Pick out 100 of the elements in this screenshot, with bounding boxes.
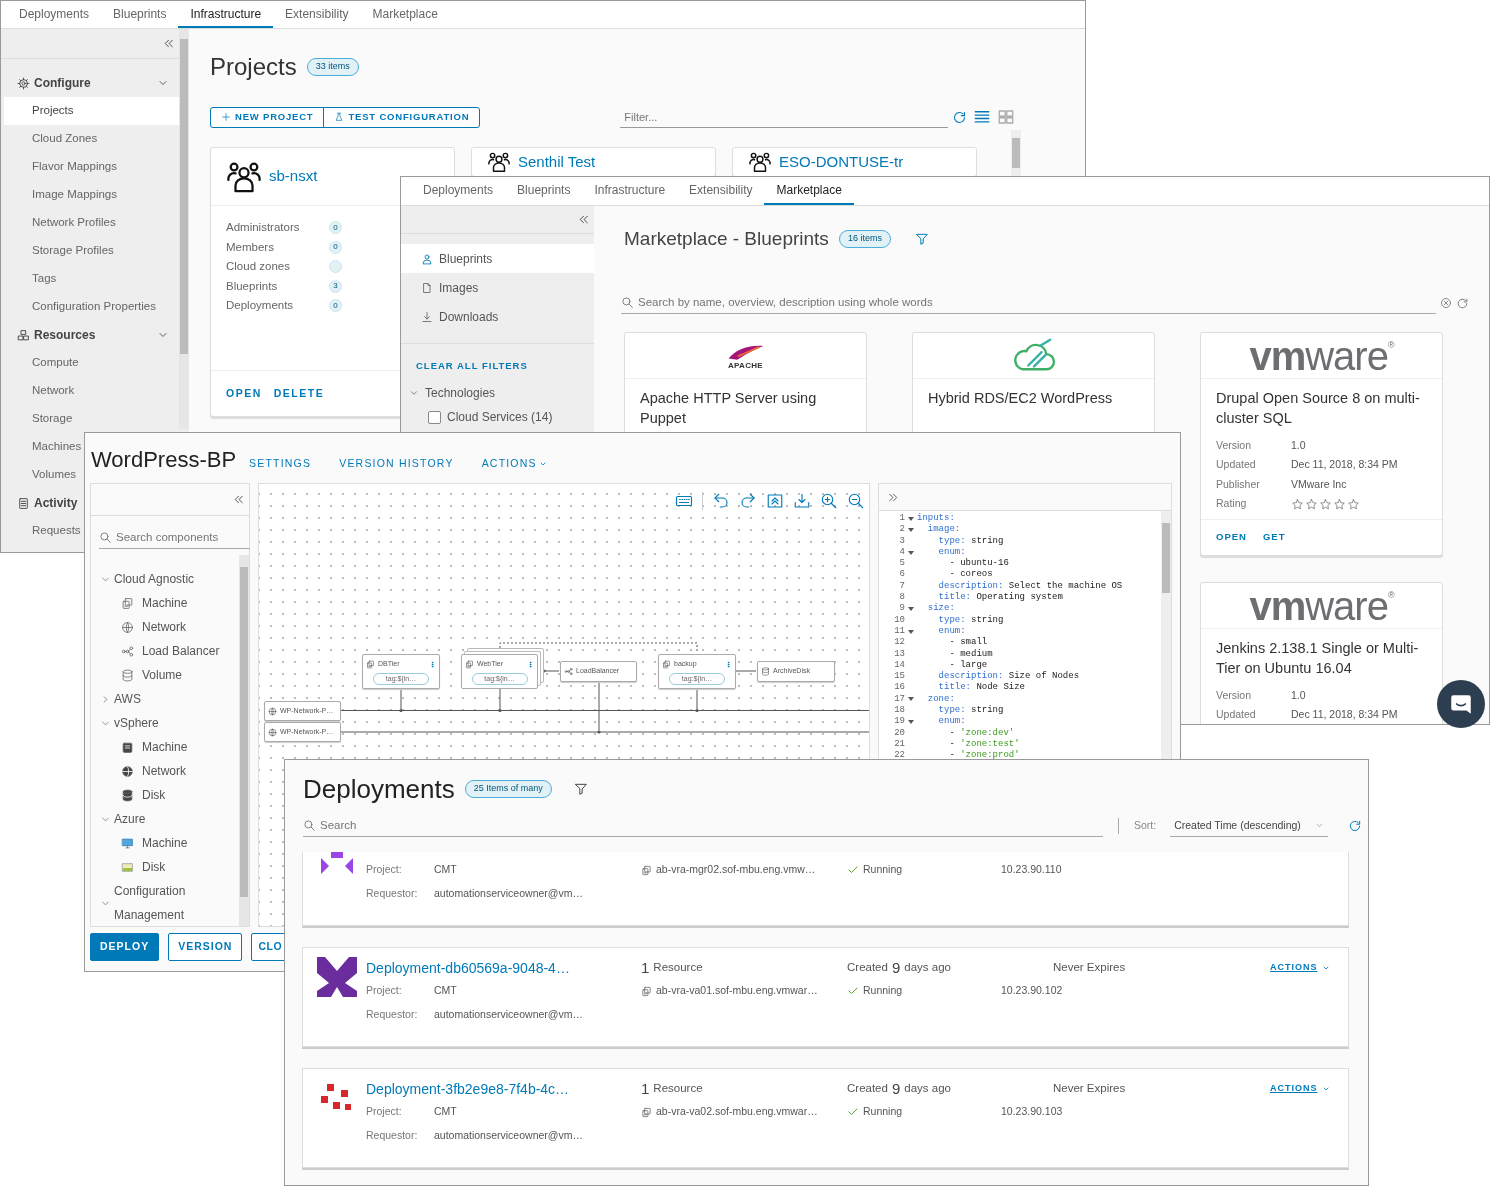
host-name: ab-vra-va01.sof-mbu.eng.vmwar… [656, 983, 818, 999]
count-badge: 16 items [838, 230, 891, 248]
logo-text: APACHE [728, 361, 763, 370]
field-value: CMT [434, 1104, 457, 1120]
line-number: 20 [893, 727, 905, 739]
line-number: 6 [898, 569, 905, 581]
created-label: Created [847, 1081, 888, 1097]
field-label: Project: [366, 862, 403, 878]
code-line: - 'zone:test' [948, 738, 1020, 750]
line-number: 21 [893, 738, 905, 751]
line-number: 10 [893, 614, 905, 626]
expiry-text: Never Expires [1053, 960, 1126, 976]
line-number: 13 [893, 648, 905, 660]
count-badge: 3 [329, 279, 342, 293]
code-line: type: string [937, 535, 1004, 547]
code-line: - coreos [948, 569, 993, 581]
resource-count: 1 [641, 1078, 650, 1099]
detail-label: Updated [1216, 457, 1257, 473]
age-unit: days ago [904, 1081, 951, 1097]
expiry-text: Never Expires [1053, 1081, 1126, 1097]
code-line: description: Select the machine OS [937, 580, 1123, 592]
code-line: - large [948, 659, 988, 671]
line-number: 14 [893, 659, 905, 672]
resource-label: Resource [653, 960, 703, 976]
age-count: 9 [891, 1078, 901, 1099]
line-number: 4 [898, 546, 905, 559]
host-name: ab-vra-va02.sof-mbu.eng.vmwar… [656, 1104, 818, 1120]
detail-label: Publisher [1216, 476, 1261, 492]
field-value: automationserviceowner@vm… [434, 1007, 583, 1023]
code-line: enum: [937, 716, 966, 728]
page-title: Projects [210, 52, 297, 82]
detail-label: Updated [1216, 707, 1257, 723]
host-name: ab-vra-mgr02.sof-mbu.eng.vmw… [656, 862, 816, 878]
line-number: 5 [898, 558, 905, 570]
sort-label: Sort: [1134, 818, 1157, 834]
line-number: 8 [898, 592, 905, 604]
page-title: Deployments [303, 774, 455, 804]
field-value: automationserviceowner@vm… [434, 886, 583, 902]
line-number: 11 [893, 625, 905, 638]
field-label: Project: [366, 983, 403, 999]
line-number: 18 [893, 705, 905, 717]
logo-wordmark: vmware$^{®}$ [1249, 585, 1394, 626]
field-value: CMT [434, 862, 457, 878]
ip-address: 10.23.90.103 [1001, 1104, 1063, 1120]
code-line: - 'zone:dev' [948, 727, 1015, 739]
line-number: 12 [893, 637, 905, 649]
count-badge: 33 items [306, 58, 359, 76]
stat-label: Administrators [226, 220, 301, 236]
status-text: Running [863, 862, 903, 878]
stat-label: Blueprints [226, 278, 279, 294]
detail-label: Version [1216, 687, 1253, 703]
line-number: 2 [898, 524, 905, 536]
code-line: zone: [926, 693, 955, 706]
field-label: Requestor: [366, 886, 419, 902]
line-number: 15 [893, 671, 905, 683]
count-badge: 0 [329, 299, 342, 313]
ip-address: 10.23.90.110 [1001, 862, 1062, 878]
code-line: - medium [948, 648, 993, 660]
code-line: title: Operating system [937, 592, 1063, 603]
card-title: Hybrid RDS/EC2 WordPress [927, 389, 1114, 408]
field-value: automationserviceowner@vm… [434, 1128, 583, 1144]
code-line: description: Size of Nodes [937, 671, 1080, 682]
detail-value: 1.0 [1291, 437, 1306, 453]
logo-wordmark: vmware$^{®}$ [1249, 335, 1394, 376]
resource-label: Resource [653, 1081, 703, 1097]
ip-address: 10.23.90.102 [1001, 983, 1063, 999]
created-label: Created [847, 960, 888, 976]
count-badge: 0 [329, 240, 342, 254]
code-line: size: [926, 603, 955, 615]
field-label: Project: [366, 1104, 403, 1120]
line-number: 16 [893, 682, 905, 694]
detail-value: Dec 11, 2018, 8:34 PM [1291, 707, 1398, 723]
code-line: - ubuntu-16 [948, 558, 1009, 570]
field-label: Requestor: [366, 1007, 419, 1023]
count-badge: 25 Items of many [464, 780, 552, 798]
age-count: 9 [891, 957, 901, 978]
page-title: Marketplace - Blueprints [624, 227, 829, 251]
code-line: type: string [937, 705, 1004, 717]
line-number: 7 [898, 580, 905, 593]
card-title: Apache HTTP Server using Puppet [639, 389, 818, 428]
code-line: - small [948, 637, 988, 649]
stat-label: Deployments [226, 298, 295, 314]
stat-label: Cloud zones [226, 259, 291, 275]
detail-label: Version [1216, 437, 1253, 453]
status-text: Running [863, 983, 903, 999]
detail-value: Dec 11, 2018, 8:34 PM [1291, 457, 1398, 473]
field-value: CMT [434, 983, 457, 999]
code-line: enum: [937, 625, 966, 637]
detail-label: Rating [1216, 496, 1248, 512]
line-number: 19 [893, 716, 905, 728]
code-line: enum: [937, 546, 966, 558]
detail-value: VMware Inc [1291, 476, 1347, 492]
code-line: inputs: [917, 513, 955, 524]
card-title: Drupal Open Source 8 on multi-cluster SQL [1215, 389, 1421, 428]
line-number: 1 [898, 513, 905, 525]
card-title: Jenkins 2.138.1 Single or Multi-Tier on Ubuntu 16.04 [1215, 639, 1420, 678]
code-line: image: [926, 524, 961, 536]
age-unit: days ago [904, 960, 951, 976]
line-number: 22 [893, 750, 905, 762]
resource-count: 1 [641, 957, 650, 978]
